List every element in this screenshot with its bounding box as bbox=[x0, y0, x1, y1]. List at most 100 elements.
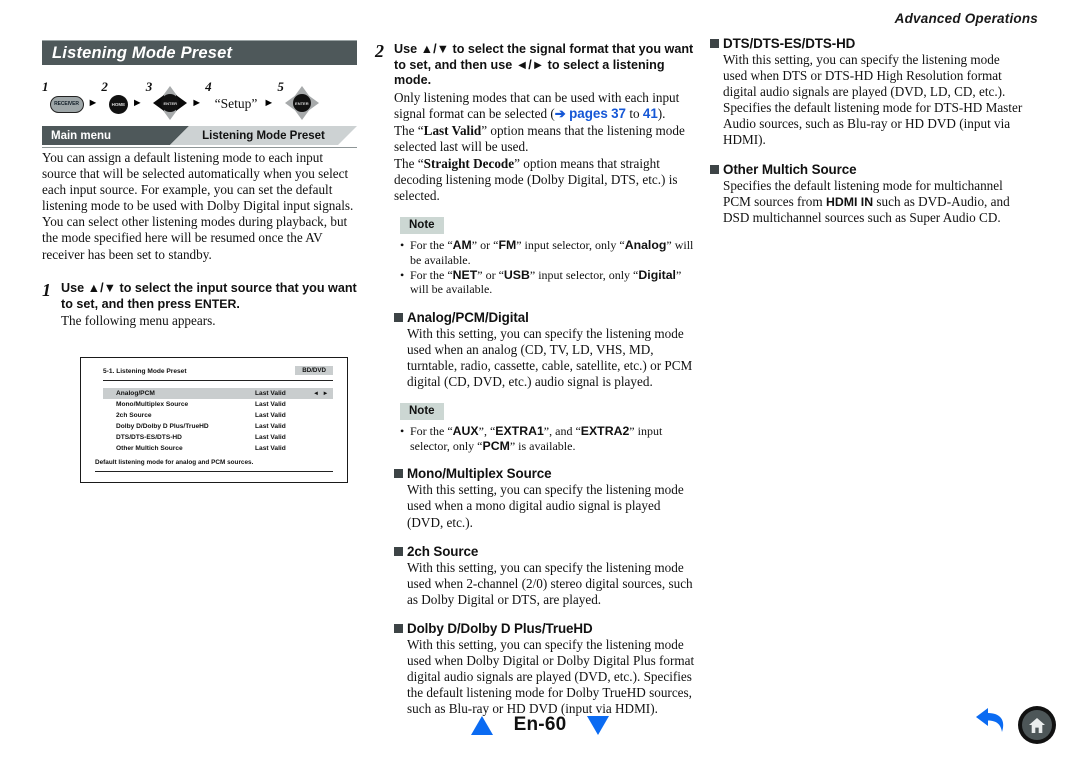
screen-row[interactable]: 2ch Source Last Valid bbox=[103, 410, 333, 421]
screen-footer-rule bbox=[95, 471, 333, 472]
screen-row[interactable]: Mono/Multiplex Source Last Valid bbox=[103, 399, 333, 410]
subsection-title: Dolby D/Dolby D Plus/TrueHD bbox=[407, 620, 593, 636]
subsection-heading-mono-multiplex-source: Mono/Multiplex Source bbox=[394, 466, 697, 481]
subsection-heading-2ch-source: 2ch Source bbox=[394, 544, 697, 559]
remote-key-sequence: 1 RECEIVER ► 2 HOME ► 3 ENTER ► 4 “Setup… bbox=[42, 78, 362, 122]
screen-row-value: Last Valid bbox=[255, 390, 286, 397]
screen-row-label: Other Multich Source bbox=[116, 445, 183, 452]
breadcrumb-main-menu[interactable]: Main menu bbox=[42, 126, 189, 145]
intro-paragraph-wrap: You can assign a default listening mode … bbox=[42, 150, 360, 263]
page-link-arrow-icon: ➔ bbox=[554, 105, 566, 121]
dpad-enter-icon[interactable]: ENTER bbox=[153, 86, 188, 120]
note-tag: Note bbox=[400, 217, 444, 235]
screen-row[interactable]: DTS/DTS-ES/DTS-HD Last Valid bbox=[103, 432, 333, 443]
step-2-p2-pre: The “ bbox=[394, 122, 424, 138]
screen-row-value: Last Valid bbox=[255, 445, 286, 452]
page-link-41[interactable]: 41 bbox=[643, 106, 658, 121]
extra1-term: EXTRA1 bbox=[495, 424, 544, 439]
keyseq-step-number: 4 bbox=[205, 79, 212, 94]
running-head: Advanced Operations bbox=[894, 11, 1038, 26]
step-2-number: 2 bbox=[375, 41, 384, 61]
receiver-button-icon[interactable]: RECEIVER bbox=[49, 95, 84, 113]
screen-rows: Analog/PCM Last Valid ◄ ► Mono/Multiplex… bbox=[103, 388, 333, 454]
breadcrumb-rule bbox=[42, 147, 357, 148]
keyseq-step-number: 2 bbox=[101, 79, 108, 94]
breadcrumb-current: Listening Mode Preset bbox=[170, 126, 357, 145]
screen-row-label: Dolby D/Dolby D Plus/TrueHD bbox=[116, 423, 209, 430]
section-title-bar: Listening Mode Preset bbox=[42, 40, 357, 65]
note-item: For the “AUX”, “EXTRA1”, and “EXTRA2” in… bbox=[400, 424, 697, 453]
step-1-note: The following menu appears. bbox=[61, 313, 216, 329]
screen-row-adjust-arrows-icon[interactable]: ◄ ► bbox=[313, 391, 331, 397]
note-list: For the “AM” or “FM” input selector, onl… bbox=[400, 238, 697, 296]
analog-term: Analog bbox=[624, 238, 667, 253]
note-text: ” input selector, only “ bbox=[529, 267, 639, 282]
step-1-number: 1 bbox=[42, 280, 51, 300]
right-column: DTS/DTS-ES/DTS-HD With this setting, you… bbox=[710, 36, 1023, 226]
subsection-body: With this setting, you can specify the l… bbox=[407, 559, 693, 607]
note-text: For the “ bbox=[410, 238, 453, 253]
note-text: ” or “ bbox=[477, 267, 504, 282]
am-term: AM bbox=[452, 238, 472, 253]
screen-row-value: Last Valid bbox=[255, 412, 286, 419]
step-2-p3-pre: The “ bbox=[394, 156, 424, 172]
square-bullet-icon bbox=[394, 546, 403, 556]
hdmi-in-term: HDMI IN bbox=[825, 194, 874, 209]
subsection-body: With this setting, you can specify the l… bbox=[723, 52, 1023, 148]
step-2-paragraph-2: The “Last Valid” option means that the l… bbox=[394, 123, 697, 155]
digital-term: Digital bbox=[638, 267, 676, 282]
subsection-body: With this setting, you can specify the l… bbox=[407, 325, 693, 390]
screen-row[interactable]: Dolby D/Dolby D Plus/TrueHD Last Valid bbox=[103, 421, 333, 432]
page-navigation: En-60 bbox=[0, 714, 1080, 736]
screen-row-value: Last Valid bbox=[255, 434, 286, 441]
keyseq-setup-word: “Setup” bbox=[214, 96, 258, 111]
step-1-enter-key: ENTER bbox=[194, 296, 237, 311]
net-term: NET bbox=[452, 267, 478, 282]
subsection-title: Analog/PCM/Digital bbox=[407, 309, 529, 325]
square-bullet-icon bbox=[710, 39, 719, 48]
keyseq-step-number: 1 bbox=[42, 79, 49, 94]
note-item: For the “AM” or “FM” input selector, onl… bbox=[400, 238, 697, 267]
screen-row-value: Last Valid bbox=[255, 423, 286, 430]
subsection-title: Mono/Multiplex Source bbox=[407, 466, 552, 482]
footer-nav-buttons bbox=[974, 706, 1056, 744]
step-2-p1-mid: to bbox=[626, 105, 643, 121]
screen-input-badge: BD/DVD bbox=[295, 366, 333, 375]
screen-row-value: Last Valid bbox=[255, 401, 286, 408]
keyseq-arrow-icon: ► bbox=[191, 96, 203, 109]
step-1-text-post: . bbox=[236, 296, 240, 311]
dpad-enter-icon[interactable]: ENTER bbox=[284, 86, 319, 120]
step-2-paragraph-3: The “Straight Decode” option means that … bbox=[394, 156, 697, 204]
step-1-instruction: Use ▲/▼ to select the input source that … bbox=[61, 281, 360, 312]
straight-decode-term: Straight Decode bbox=[423, 156, 515, 172]
screen-footer: Default listening mode for analog and PC… bbox=[95, 459, 333, 472]
note-text: ” is available. bbox=[509, 438, 576, 453]
screen-header: 5-1. Listening Mode Preset BD/DVD bbox=[103, 366, 333, 381]
home-icon[interactable] bbox=[1018, 706, 1056, 744]
step-2-p1-post: ). bbox=[657, 105, 666, 121]
back-arrow-icon[interactable] bbox=[974, 707, 1008, 743]
keyseq-arrow-icon: ► bbox=[131, 96, 143, 109]
subsection-heading-analog-pcm-digital: Analog/PCM/Digital bbox=[394, 310, 697, 325]
keyseq-arrow-icon: ► bbox=[263, 96, 275, 109]
keyseq-step-number: 3 bbox=[145, 79, 153, 94]
breadcrumb: Main menu Listening Mode Preset bbox=[42, 126, 357, 148]
screen-row-label: 2ch Source bbox=[116, 412, 152, 419]
enter-button-label: ENTER bbox=[292, 94, 311, 112]
home-button-icon[interactable]: HOME bbox=[108, 94, 128, 114]
triangle-down-icon[interactable] bbox=[587, 715, 610, 735]
screen-row[interactable]: Other Multich Source Last Valid bbox=[103, 443, 333, 454]
screen-row-label: Mono/Multiplex Source bbox=[116, 401, 189, 408]
note-text: For the “ bbox=[410, 267, 453, 282]
note-box-2: Note For the “AUX”, “EXTRA1”, and “EXTRA… bbox=[394, 401, 697, 453]
note-text: ” input selector, only “ bbox=[516, 238, 625, 253]
square-bullet-icon bbox=[394, 469, 403, 479]
aux-term: AUX bbox=[452, 424, 479, 439]
note-item: For the “NET” or “USB” input selector, o… bbox=[400, 268, 697, 297]
screen-row[interactable]: Analog/PCM Last Valid ◄ ► bbox=[103, 388, 333, 399]
pages-link[interactable]: pages bbox=[569, 106, 608, 121]
triangle-up-icon[interactable] bbox=[470, 715, 493, 735]
last-valid-term: Last Valid bbox=[423, 122, 482, 138]
page-link-37[interactable]: 37 bbox=[611, 106, 626, 121]
usb-term: USB bbox=[503, 267, 530, 282]
